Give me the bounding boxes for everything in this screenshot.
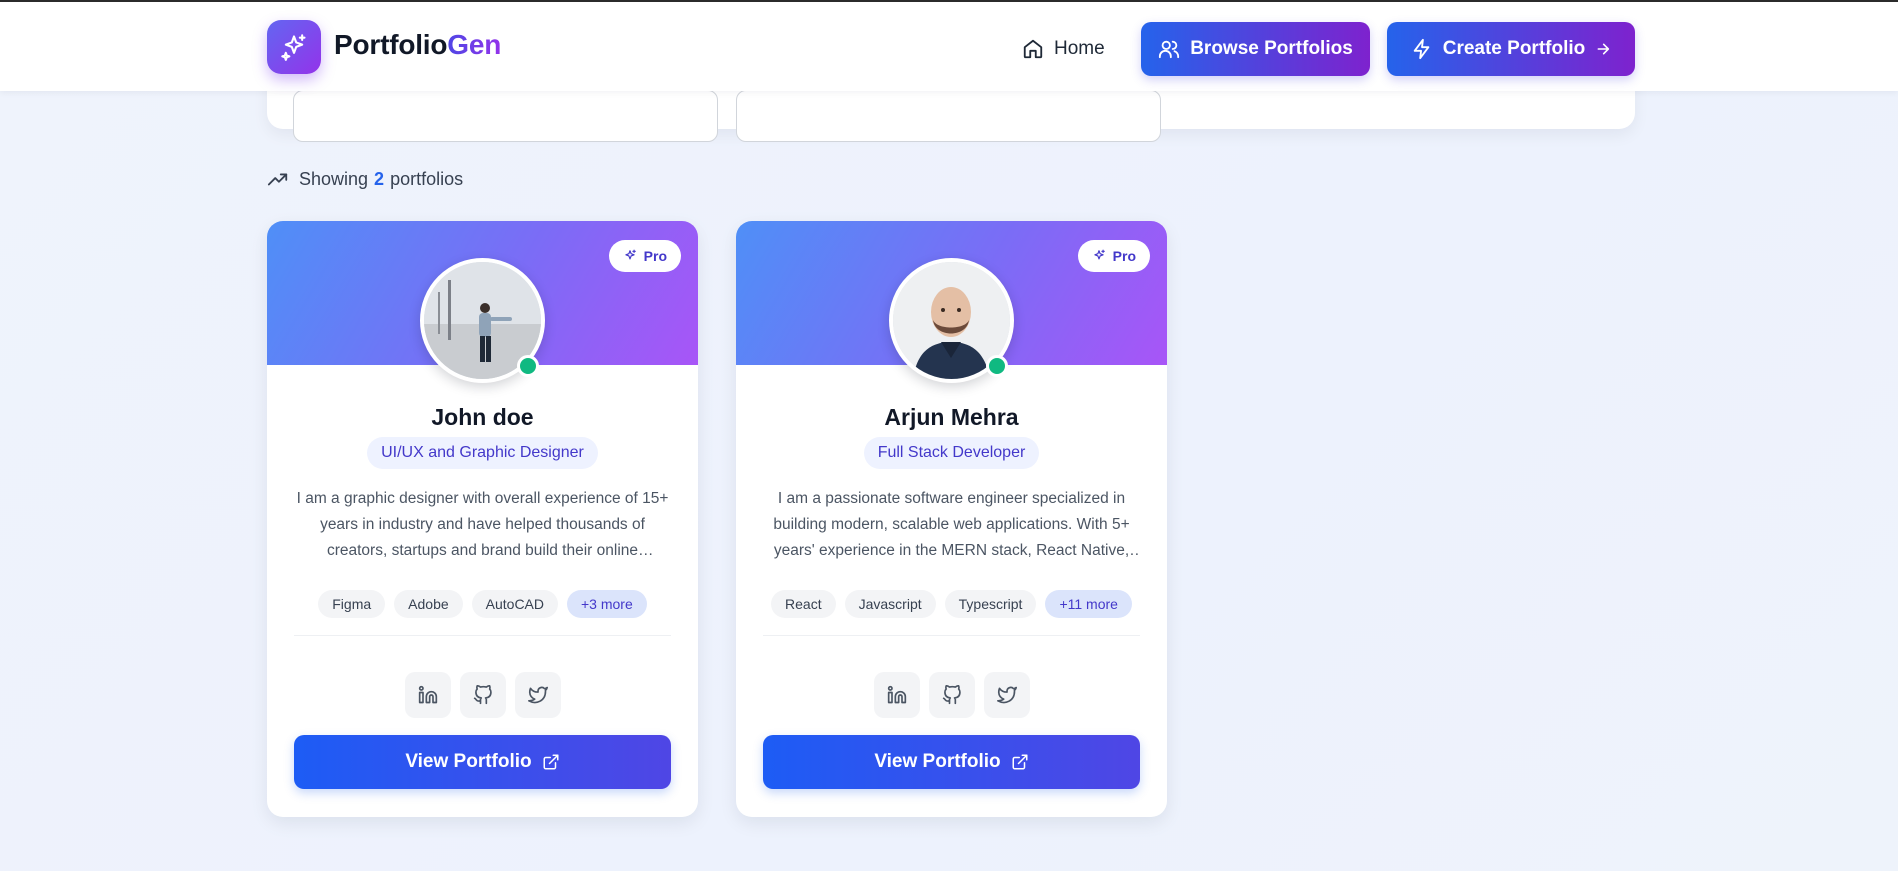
sparkles-icon xyxy=(1093,249,1105,260)
zap-icon xyxy=(1413,38,1430,60)
profile-name: John doe xyxy=(431,404,534,430)
twitter-button[interactable] xyxy=(514,672,561,718)
create-portfolio-label: Create Portfolio xyxy=(1442,38,1586,59)
online-status-dot xyxy=(517,355,539,377)
skill-tag: Typescript xyxy=(944,590,1037,618)
github-icon xyxy=(473,685,492,705)
online-status-dot xyxy=(986,355,1008,377)
filter-field[interactable] xyxy=(293,90,718,142)
portfolio-card[interactable]: Pro Arjun Mehra Full Stack Developer I a… xyxy=(736,221,1167,817)
role-badge: UI/UX and Graphic Designer xyxy=(367,437,598,469)
social-links xyxy=(736,672,1167,718)
github-button[interactable] xyxy=(459,672,506,718)
card-divider xyxy=(763,635,1140,636)
linkedin-button[interactable] xyxy=(873,672,920,718)
card-divider xyxy=(294,635,671,636)
linkedin-icon xyxy=(418,685,437,704)
github-button[interactable] xyxy=(928,672,975,718)
users-icon xyxy=(1159,40,1180,59)
top-navbar: PortfolioGen Home Browse Portfolios Crea… xyxy=(0,2,1898,91)
skill-tag: Javascript xyxy=(844,590,936,618)
view-portfolio-label: View Portfolio xyxy=(874,751,1001,772)
browse-portfolios-button[interactable]: Browse Portfolios xyxy=(1141,22,1370,76)
github-icon xyxy=(942,685,961,705)
skill-tag: Adobe xyxy=(394,590,463,618)
skills-list: React Javascript Typescript +11 more xyxy=(736,590,1167,618)
home-icon xyxy=(1023,39,1043,59)
results-count: Showing 2 portfolios xyxy=(267,168,463,190)
sparkles-icon xyxy=(624,249,636,260)
social-links xyxy=(267,672,698,718)
logo-text-part2: Gen xyxy=(447,29,502,60)
browse-portfolios-label: Browse Portfolios xyxy=(1190,38,1353,59)
create-portfolio-button[interactable]: Create Portfolio xyxy=(1387,22,1635,76)
more-skills-tag[interactable]: +11 more xyxy=(1045,590,1132,618)
external-link-icon xyxy=(543,754,559,770)
skills-list: Figma Adobe AutoCAD +3 more xyxy=(267,590,698,618)
skill-tag: React xyxy=(771,590,836,618)
view-portfolio-button[interactable]: View Portfolio xyxy=(294,735,671,789)
view-portfolio-button[interactable]: View Portfolio xyxy=(763,735,1140,789)
pro-badge: Pro xyxy=(608,240,681,272)
profile-name: Arjun Mehra xyxy=(884,404,1019,430)
twitter-icon xyxy=(527,686,548,704)
filter-field[interactable] xyxy=(736,90,1161,142)
nav-home-link[interactable]: Home xyxy=(1022,35,1105,63)
pro-badge-label: Pro xyxy=(643,248,667,264)
view-portfolio-label: View Portfolio xyxy=(405,751,532,772)
twitter-icon xyxy=(996,686,1017,704)
role-badge: Full Stack Developer xyxy=(863,437,1040,469)
skill-tag: Figma xyxy=(318,590,386,618)
results-prefix: Showing xyxy=(299,168,369,189)
results-number: 2 xyxy=(374,168,385,189)
pro-badge-label: Pro xyxy=(1112,248,1136,264)
results-suffix: portfolios xyxy=(390,168,464,189)
window-top-border xyxy=(0,0,1898,2)
sparkles-icon xyxy=(281,34,306,61)
logo-badge[interactable] xyxy=(267,20,321,74)
linkedin-icon xyxy=(887,685,906,704)
portfolio-card[interactable]: Pro John doe UI/UX and Graphic Designer … xyxy=(267,221,698,817)
twitter-button[interactable] xyxy=(983,672,1030,718)
pro-badge: Pro xyxy=(1077,240,1150,272)
trending-up-icon xyxy=(267,173,288,186)
skill-tag: AutoCAD xyxy=(471,590,558,618)
logo-text-part1: Portfolio xyxy=(334,29,448,60)
more-skills-tag[interactable]: +3 more xyxy=(567,590,647,618)
profile-bio: I am a passionate software engineer spec… xyxy=(773,490,1130,559)
external-link-icon xyxy=(1012,754,1028,770)
linkedin-button[interactable] xyxy=(404,672,451,718)
arrow-right-icon xyxy=(1597,43,1610,55)
logo-text[interactable]: PortfolioGen xyxy=(334,29,501,61)
profile-bio: I am a graphic designer with overall exp… xyxy=(296,490,669,559)
nav-home-label: Home xyxy=(1054,38,1105,59)
